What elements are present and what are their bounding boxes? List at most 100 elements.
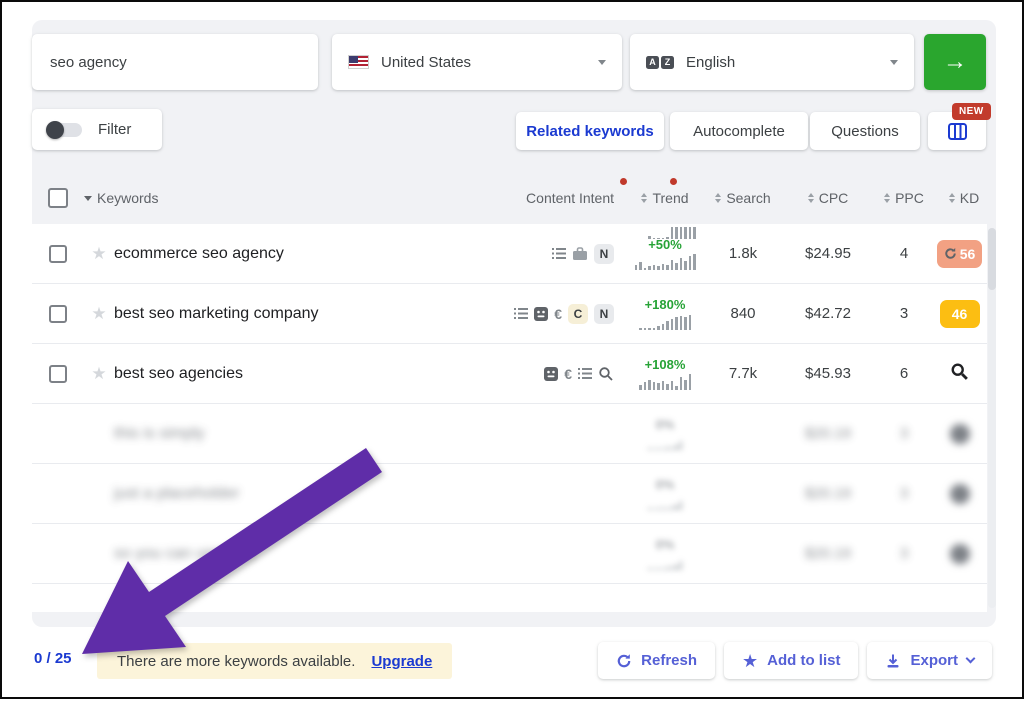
table-header: Keywords Content Intent Trend Search CPC… xyxy=(32,172,996,224)
kd-cell-blurred xyxy=(950,544,970,564)
translate-icon: AZ xyxy=(646,56,674,69)
arrow-right-icon: → xyxy=(943,48,967,76)
refresh-icon xyxy=(616,653,632,669)
table-row-locked: this is simply 0% $20.19 3 xyxy=(32,404,987,464)
trend-sparkline xyxy=(635,254,696,270)
keyword-input[interactable] xyxy=(50,54,300,71)
keyword-cell: best seo agencies xyxy=(114,365,494,383)
country-select[interactable]: United States xyxy=(332,34,622,90)
sort-icon xyxy=(949,193,955,203)
scrollbar-thumb[interactable] xyxy=(988,228,996,290)
us-flag-icon xyxy=(348,55,369,69)
header-keywords[interactable]: Keywords xyxy=(84,190,494,206)
cpc-cell: $45.93 xyxy=(805,365,851,382)
keyword-search-card[interactable] xyxy=(32,34,318,90)
trend-cell: +50% xyxy=(635,237,696,270)
notification-dot xyxy=(670,178,677,185)
tab-autocomplete[interactable]: Autocomplete xyxy=(670,112,808,150)
language-label: English xyxy=(686,54,878,71)
country-label: United States xyxy=(381,54,586,71)
chevron-down-icon xyxy=(890,60,898,65)
trend-cell-blurred: 0% xyxy=(648,537,682,570)
trend-cell-blurred: 0% xyxy=(648,417,682,450)
language-select[interactable]: AZ English xyxy=(630,34,914,90)
ppc-cell-blurred: 3 xyxy=(900,425,908,442)
cpc-cell: $24.95 xyxy=(805,245,851,262)
sort-desc-caret-icon xyxy=(84,196,92,201)
columns-icon xyxy=(948,123,967,140)
cpc-cell-blurred: $20.19 xyxy=(805,485,851,502)
favorite-star-icon[interactable]: ★ xyxy=(91,364,106,384)
filter-toggle-card[interactable]: Filter xyxy=(32,109,162,150)
search-go-button[interactable]: → xyxy=(924,34,986,90)
table-row[interactable]: ★ best seo agencies € +108% 7.7k $4 xyxy=(32,344,987,404)
table-row-locked: so you can upgrade 0% $20.19 3 xyxy=(32,524,987,584)
kd-search-button[interactable] xyxy=(950,362,969,386)
snippet-icon xyxy=(544,367,558,381)
chevron-down-icon xyxy=(598,60,606,65)
upgrade-link[interactable]: Upgrade xyxy=(371,653,432,670)
tab-questions[interactable]: Questions xyxy=(810,112,920,150)
star-icon: ★ xyxy=(742,652,758,670)
refresh-button[interactable]: Refresh xyxy=(598,642,715,679)
keyword-cell: best seo marketing company xyxy=(114,305,494,323)
table-row[interactable]: ★ ecommerce seo agency N +50% 1.8k $24.9… xyxy=(32,224,987,284)
favorite-star-icon[interactable]: ★ xyxy=(91,304,106,324)
search-volume-cell: 7.7k xyxy=(729,365,757,382)
keyword-cell-blurred: just a placeholder xyxy=(114,485,494,503)
search-volume-cell: 840 xyxy=(730,305,755,322)
trend-sparkline xyxy=(639,374,691,390)
table-row[interactable]: ★ best seo marketing company € C N +180%… xyxy=(32,284,987,344)
kd-badge[interactable]: 46 xyxy=(940,300,980,328)
table-row-locked: just a placeholder 0% $20.19 3 xyxy=(32,464,987,524)
search-icon xyxy=(950,362,969,381)
search-icon xyxy=(598,366,614,382)
list-icon xyxy=(552,247,566,260)
select-all-checkbox[interactable] xyxy=(48,188,68,208)
trend-cell: +108% xyxy=(639,357,691,390)
notice-text: There are more keywords available. xyxy=(117,653,355,670)
row-checkbox[interactable] xyxy=(49,305,67,323)
filter-toggle[interactable] xyxy=(48,123,82,137)
new-feature-badge: NEW xyxy=(952,103,991,120)
header-ppc[interactable]: PPC xyxy=(876,190,932,206)
currency-icon: € xyxy=(554,306,562,322)
header-kd[interactable]: KD xyxy=(932,190,996,206)
snippet-icon xyxy=(534,307,548,321)
header-content-intent: Content Intent xyxy=(494,190,624,206)
table-body: ★ ecommerce seo agency N +50% 1.8k $24.9… xyxy=(32,224,987,612)
row-checkbox[interactable] xyxy=(49,365,67,383)
header-trend[interactable]: Trend xyxy=(624,190,706,206)
header-cpc[interactable]: CPC xyxy=(780,190,876,206)
chevron-down-icon xyxy=(966,654,976,664)
sort-icon xyxy=(715,193,721,203)
search-volume-cell: 1.8k xyxy=(729,245,757,262)
list-icon xyxy=(514,307,528,320)
toggle-knob xyxy=(46,121,64,139)
intent-badge-n: N xyxy=(594,304,614,324)
ppc-cell: 3 xyxy=(900,305,908,322)
favorite-star-icon[interactable]: ★ xyxy=(91,244,106,264)
tab-related-keywords[interactable]: Related keywords xyxy=(516,112,664,150)
sort-icon xyxy=(808,193,814,203)
intent-badge-c: C xyxy=(568,304,588,324)
header-search[interactable]: Search xyxy=(706,190,780,206)
list-icon xyxy=(578,367,592,380)
briefcase-icon xyxy=(572,247,588,261)
keyword-cell-blurred: this is simply xyxy=(114,425,494,443)
row-checkbox[interactable] xyxy=(49,245,67,263)
sort-icon xyxy=(641,193,647,203)
trend-cell: +180% xyxy=(639,297,691,330)
intent-badge-n: N xyxy=(594,244,614,264)
export-button[interactable]: Export xyxy=(867,642,992,679)
cpc-cell: $42.72 xyxy=(805,305,851,322)
cpc-cell-blurred: $20.19 xyxy=(805,425,851,442)
cpc-cell-blurred: $20.19 xyxy=(805,545,851,562)
ppc-cell: 4 xyxy=(900,245,908,262)
kd-cell-blurred xyxy=(950,484,970,504)
kd-badge[interactable]: 56 xyxy=(937,240,983,268)
ppc-cell-blurred: 3 xyxy=(900,545,908,562)
add-to-list-button[interactable]: ★ Add to list xyxy=(724,642,858,679)
keyword-cell: ecommerce seo agency xyxy=(114,245,494,263)
trend-cell-blurred: 0% xyxy=(648,477,682,510)
